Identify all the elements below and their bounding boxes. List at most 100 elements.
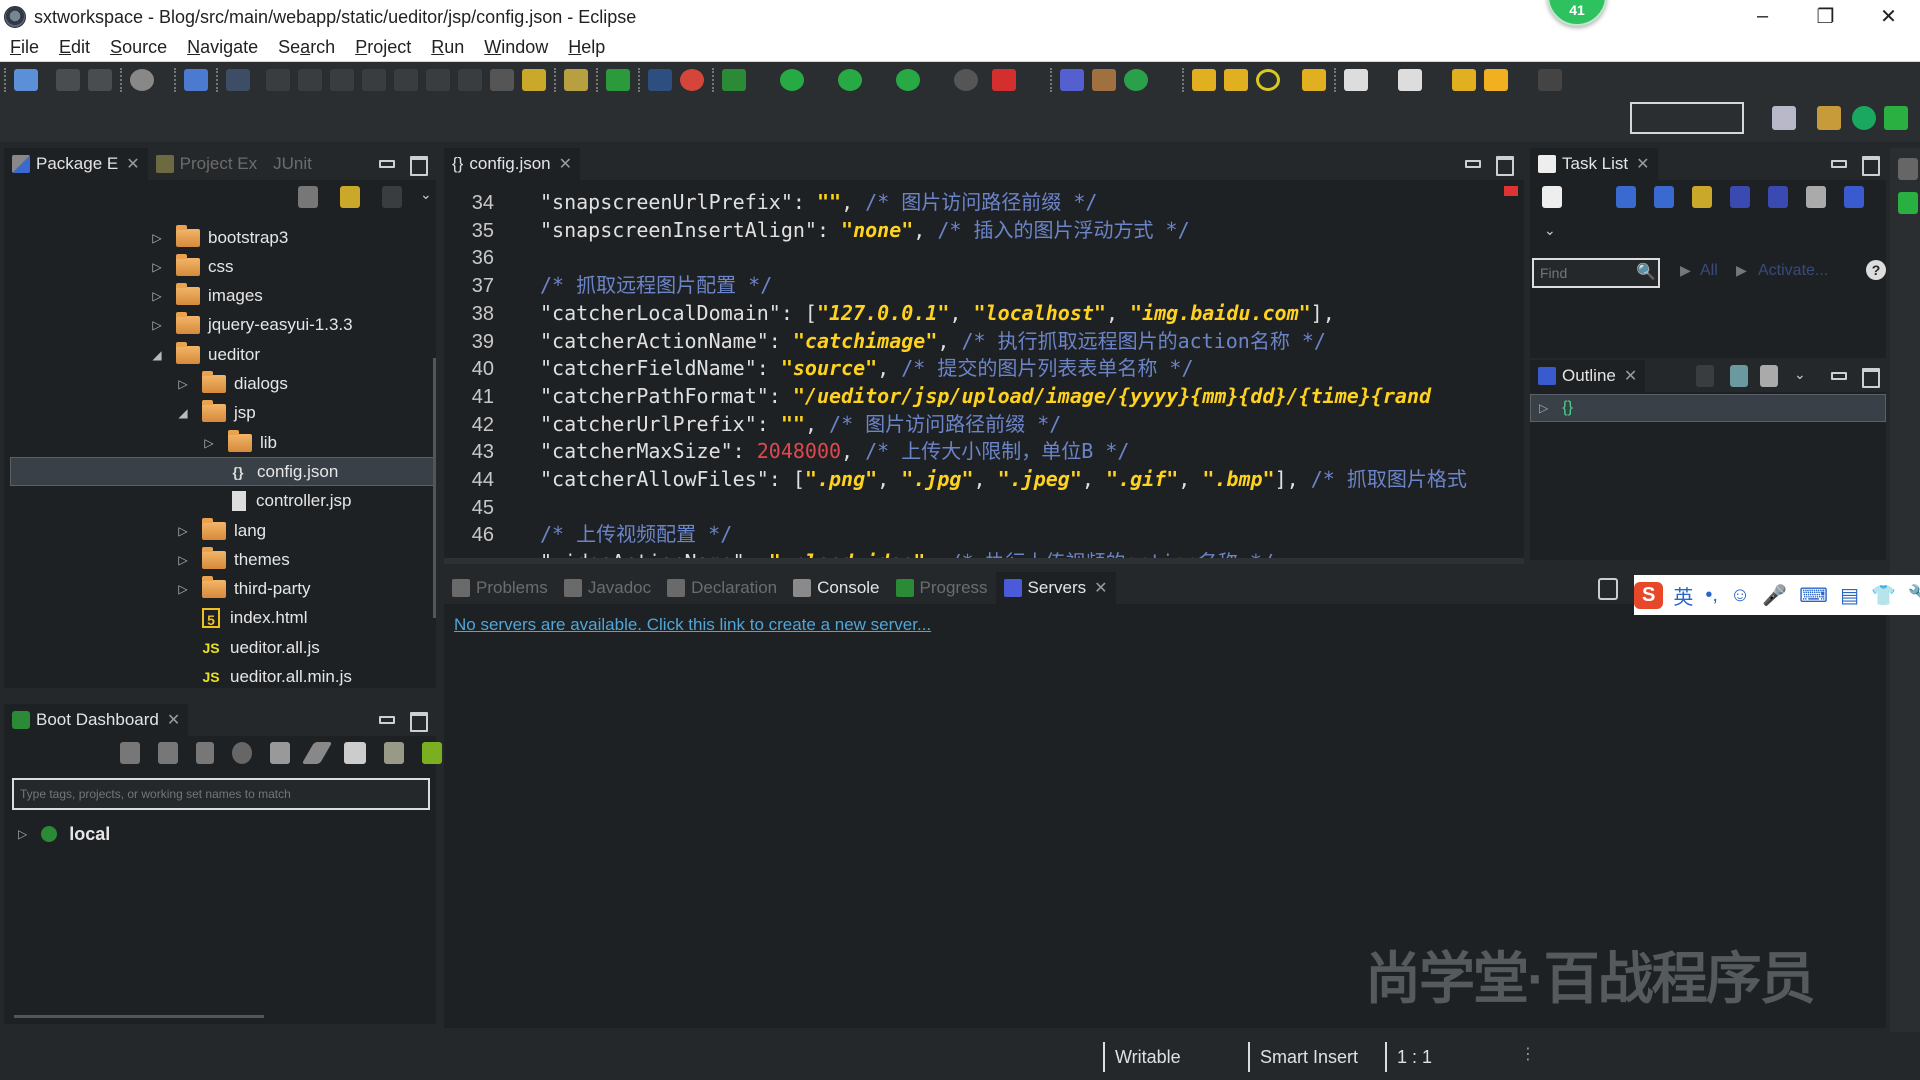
menu-edit[interactable]: Edit [49,37,100,58]
view-menu-icon[interactable]: ⌄ [1794,366,1806,383]
open-task-icon[interactable] [1224,69,1248,91]
open-browser-icon[interactable] [232,742,252,764]
start-icon[interactable] [120,742,140,764]
tree-item[interactable]: ▷ third-party [176,575,311,604]
activate-link[interactable]: Activate... [1758,262,1828,280]
expose-icon[interactable] [384,742,404,764]
drop-to-frame-icon[interactable] [490,69,514,91]
open-type-icon[interactable] [1192,69,1216,91]
task-list-icon[interactable] [648,69,672,91]
open-resource-icon[interactable] [1302,69,1326,91]
toggle-mark-occurrences-icon[interactable] [564,69,588,91]
back-icon[interactable] [1484,69,1508,91]
tree-item[interactable]: ▷ themes [176,545,290,574]
new-icon[interactable] [14,69,38,91]
tab-package-explorer[interactable]: Package E ✕ [4,148,148,180]
focus-workweek-icon[interactable] [1692,186,1712,208]
close-tab-icon[interactable]: ✕ [559,154,572,174]
punctuation-icon[interactable]: •, [1705,584,1718,607]
collapse-icon[interactable]: ◢ [150,348,164,362]
tree-item[interactable]: ◢ ueditor [150,340,260,369]
status-more-icon[interactable]: ⋮ [1520,1044,1536,1064]
minimize-panel-icon[interactable] [1828,366,1847,384]
tab-problems[interactable]: Problems [444,572,556,604]
new-java-project-icon[interactable] [1060,69,1084,91]
collapse-all-icon[interactable] [1760,365,1778,387]
tab-junit[interactable]: JUnit [265,148,320,180]
close-tab-icon[interactable]: ✕ [1094,578,1107,598]
menu-search[interactable]: Search [268,37,345,58]
expand-icon[interactable]: ▷ [150,260,164,274]
menu-help[interactable]: Help [558,37,615,58]
tab-project-explorer[interactable]: Project Ex [148,148,265,180]
restore-button[interactable]: ❐ [1794,0,1857,32]
tab-outline[interactable]: Outline ✕ [1530,360,1646,392]
debug-icon[interactable] [158,742,178,764]
voice-icon[interactable]: 🎤 [1762,583,1787,608]
menu-window[interactable]: Window [474,37,558,58]
tree-item[interactable]: ▷ css [150,252,234,281]
forward-icon[interactable] [1538,69,1562,91]
focus-icon[interactable] [382,186,402,208]
step-into-icon[interactable] [394,69,418,91]
add-icon[interactable] [422,742,442,764]
error-overview-marker[interactable] [1504,186,1518,196]
run-icon[interactable] [780,69,804,91]
sort-icon[interactable] [1696,365,1714,387]
tasks-badge-icon[interactable] [680,69,704,91]
close-tab-icon[interactable]: ✕ [1624,366,1637,386]
tab-config-json[interactable]: {} config.json ✕ [444,148,581,180]
expand-icon[interactable]: ▷ [176,582,190,596]
suspend-icon[interactable] [298,69,322,91]
hide-completed-icon[interactable] [1730,186,1750,208]
tree-item[interactable]: ▷ jquery-easyui-1.3.3 [150,311,353,340]
collapse-all-icon[interactable] [1806,186,1826,208]
tab-servers[interactable]: Servers ✕ [995,572,1116,604]
toolbox-icon[interactable]: ▤ [1840,583,1859,608]
tree-item[interactable]: 5 index.html [176,604,307,633]
menu-project[interactable]: Project [345,37,421,58]
menu-source[interactable]: Source [100,37,177,58]
terminal-icon[interactable] [184,69,208,91]
tab-boot-dashboard[interactable]: Boot Dashboard ✕ [4,704,189,736]
run-configurations-icon[interactable] [838,69,862,91]
tab-progress[interactable]: Progress [888,572,996,604]
sogou-logo-icon[interactable]: S [1634,581,1664,609]
filter-all-link[interactable]: All [1700,262,1718,280]
expand-icon[interactable]: ▷ [202,436,216,450]
keyboard-icon[interactable]: ⌨ [1799,583,1828,608]
tree-item[interactable]: {} config.json [10,457,434,487]
expand-icon[interactable]: ▷ [150,289,164,303]
hide-fields-icon[interactable] [1730,365,1748,387]
previous-annotation-icon[interactable] [1398,69,1422,91]
close-tab-icon[interactable]: ✕ [1636,154,1649,174]
tree-item[interactable]: ▷ dialogs [176,370,288,399]
minimize-panel-icon[interactable] [1828,154,1847,172]
hide-subtasks-icon[interactable] [1768,186,1788,208]
use-step-filters-icon[interactable] [522,69,546,91]
horizontal-scrollbar[interactable] [14,1015,264,1018]
close-button[interactable]: ✕ [1857,0,1920,32]
expand-icon[interactable]: ▷ [176,524,190,538]
minimize-panel-icon[interactable] [376,154,395,172]
spring-boot-icon[interactable] [606,69,630,91]
minimize-panel-icon[interactable] [376,710,395,728]
categorized-icon[interactable] [1616,186,1636,208]
tree-item[interactable]: controller.jsp [202,487,351,516]
notification-badge[interactable]: 41 [1547,0,1607,26]
tab-console[interactable]: Console [785,572,887,604]
terminate-icon[interactable] [330,69,354,91]
resume-icon[interactable] [266,69,290,91]
scheduled-icon[interactable] [1654,186,1674,208]
java-ee-perspective-icon[interactable] [1817,106,1841,130]
save-all-icon[interactable] [88,69,112,91]
tree-item[interactable]: ▷ lib [202,428,277,457]
link-with-editor-icon[interactable] [340,186,360,208]
create-server-link[interactable]: No servers are available. Click this lin… [454,615,931,635]
boot-dashboard-filter[interactable] [12,778,430,810]
skin-icon[interactable]: 👕 [1871,583,1896,608]
tab-task-list[interactable]: Task List ✕ [1530,148,1658,180]
close-tab-icon[interactable]: ✕ [167,710,180,730]
tree-item[interactable]: ▷ bootstrap3 [150,223,288,252]
minimize-button[interactable]: – [1731,0,1794,32]
